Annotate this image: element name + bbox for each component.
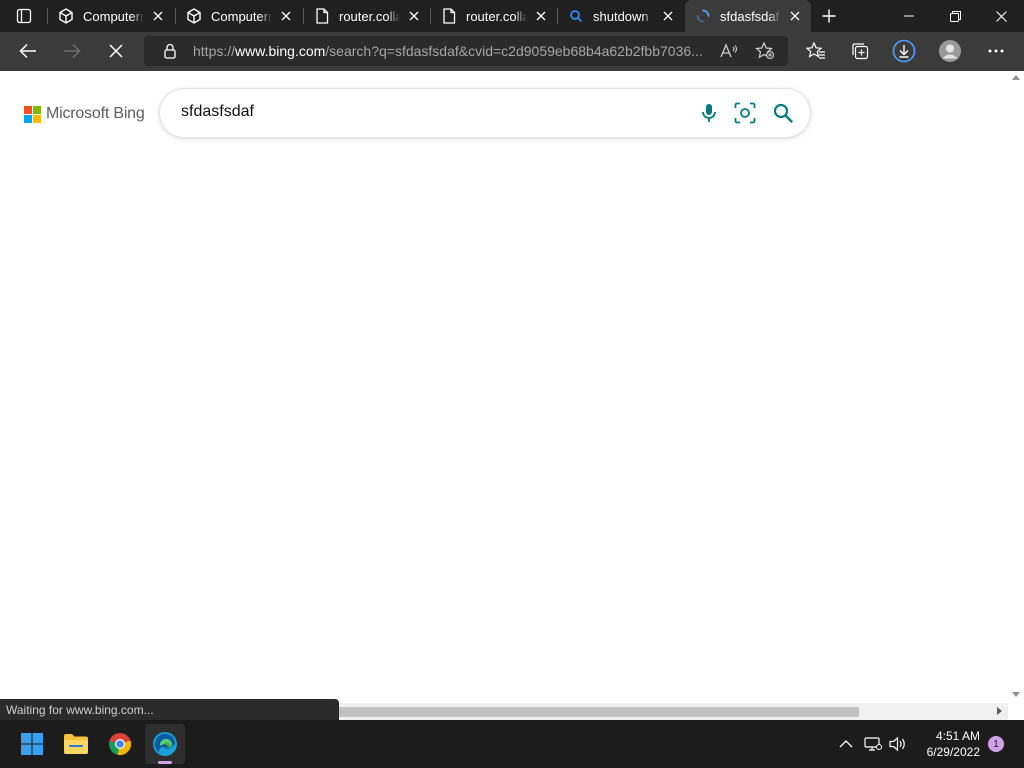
visual-search-icon[interactable] — [733, 101, 757, 125]
network-icon[interactable] — [863, 734, 883, 754]
bing-logo[interactable]: Microsoft Bing — [24, 105, 145, 123]
arrow-right-icon — [64, 43, 81, 59]
url-scheme: https:// — [193, 43, 236, 59]
profile-button[interactable] — [934, 36, 966, 66]
tab-close-icon[interactable] — [404, 6, 424, 26]
windows-icon — [21, 733, 43, 755]
tab-computerm-1[interactable]: Computerm — [48, 0, 174, 32]
favorites-button[interactable] — [800, 36, 832, 66]
close-icon — [109, 44, 123, 58]
tab-sfdasfsdaf[interactable]: sfdasfsdaf - — [685, 0, 811, 32]
minimize-icon — [904, 15, 914, 17]
add-favorite-icon[interactable] — [754, 41, 776, 61]
tab-title: router.colla — [339, 8, 400, 24]
vertical-scrollbar[interactable] — [1008, 71, 1024, 703]
tab-title: Computerm — [83, 8, 144, 24]
search-icon — [568, 8, 584, 24]
address-bar[interactable]: https://www.bing.com/search?q=sfdasfsdaf… — [144, 36, 788, 66]
tab-computerm-2[interactable]: Computerm — [176, 0, 302, 32]
microphone-icon[interactable] — [697, 101, 721, 125]
edge-button[interactable] — [145, 724, 185, 764]
taskbar-clock[interactable]: 4:51 AM 6/29/2022 — [914, 728, 980, 760]
restore-button[interactable] — [932, 0, 978, 32]
tab-shutdown[interactable]: shutdown - — [558, 0, 684, 32]
clock-time: 4:51 AM — [935, 729, 980, 743]
tab-title: sfdasfsdaf - — [720, 8, 781, 24]
logo-text: Microsoft Bing — [46, 105, 145, 122]
file-explorer-button[interactable] — [56, 724, 96, 764]
new-tab-button[interactable] — [816, 4, 842, 28]
favorites-icon — [806, 42, 825, 59]
tab-actions-icon — [16, 8, 32, 24]
document-icon — [441, 8, 457, 24]
page-content: Microsoft Bing sfdasfsdaf — [0, 71, 1008, 703]
tab-actions-button[interactable] — [0, 0, 48, 32]
scroll-up-icon[interactable] — [1012, 75, 1020, 80]
scroll-right-icon[interactable] — [997, 707, 1002, 715]
chevron-up-icon — [839, 740, 853, 748]
tab-close-icon[interactable] — [276, 6, 296, 26]
tab-strip: Computerm Computerm router.colla router.… — [0, 0, 1024, 32]
avatar-icon — [939, 40, 961, 62]
tab-close-icon[interactable] — [785, 6, 805, 26]
url-text[interactable]: https://www.bing.com/search?q=sfdasfsdaf… — [193, 43, 713, 59]
close-icon — [995, 10, 1007, 22]
minimize-button[interactable] — [886, 0, 932, 32]
chrome-button[interactable] — [100, 724, 140, 764]
status-bar: Waiting for www.bing.com... — [0, 699, 339, 720]
tab-title: Computerm — [211, 8, 272, 24]
microsoft-logo-icon — [24, 105, 41, 123]
close-window-button[interactable] — [978, 0, 1024, 32]
tab-close-icon[interactable] — [658, 6, 678, 26]
forward-button[interactable] — [56, 36, 88, 66]
arrow-left-icon — [19, 43, 36, 59]
url-host: www.bing.com — [235, 43, 326, 59]
plus-icon — [822, 9, 836, 23]
collections-button[interactable] — [844, 36, 876, 66]
restore-icon — [949, 10, 961, 22]
volume-icon[interactable] — [888, 734, 908, 754]
tab-close-icon[interactable] — [148, 6, 168, 26]
document-icon — [314, 8, 330, 24]
lock-icon[interactable] — [162, 43, 178, 59]
edge-icon — [153, 732, 177, 756]
cube-icon — [58, 8, 74, 24]
download-icon — [892, 39, 916, 63]
loading-spinner-icon — [695, 8, 711, 24]
scrollbar-thumb[interactable] — [338, 707, 859, 717]
taskbar: 4:51 AM 6/29/2022 1 — [0, 720, 1024, 768]
stop-loading-button[interactable] — [100, 36, 132, 66]
tab-close-icon[interactable] — [531, 6, 551, 26]
clock-date: 6/29/2022 — [926, 745, 980, 759]
downloads-button[interactable] — [888, 36, 920, 66]
show-hidden-icons-button[interactable] — [836, 734, 856, 754]
tab-title: router.colla — [466, 8, 527, 24]
settings-menu-button[interactable] — [980, 36, 1012, 66]
scrollbar-corner — [1008, 703, 1024, 720]
tab-router-1[interactable]: router.colla — [304, 0, 430, 32]
start-button[interactable] — [12, 724, 52, 764]
search-icon[interactable] — [771, 101, 795, 125]
notification-badge[interactable]: 1 — [988, 736, 1004, 752]
tab-title: shutdown - — [593, 8, 654, 24]
search-box[interactable]: sfdasfsdaf — [160, 89, 810, 137]
scroll-down-icon[interactable] — [1012, 692, 1020, 697]
search-input[interactable]: sfdasfsdaf — [181, 103, 254, 121]
chrome-icon — [109, 733, 132, 756]
read-aloud-icon[interactable] — [718, 41, 740, 61]
back-button[interactable] — [12, 36, 44, 66]
cube-icon — [186, 8, 202, 24]
browser-toolbar: https://www.bing.com/search?q=sfdasfsdaf… — [0, 32, 1024, 71]
tab-router-2[interactable]: router.colla — [431, 0, 557, 32]
collections-icon — [852, 43, 869, 60]
url-path: /search?q=sfdasfsdaf&cvid=c2d9059eb68b4a… — [325, 43, 703, 59]
more-icon — [988, 49, 1004, 53]
folder-icon — [64, 734, 88, 754]
active-app-indicator — [158, 761, 172, 764]
